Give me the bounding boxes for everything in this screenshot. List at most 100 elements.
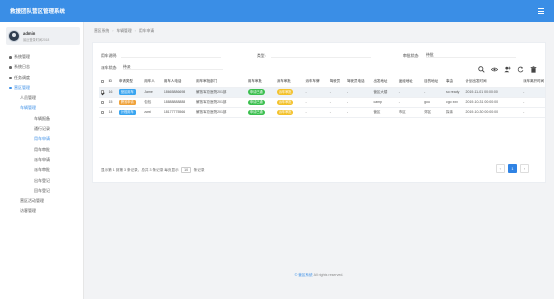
sidebar-item-label: 系统日志 [14, 64, 30, 70]
table-cell: camp [371, 97, 398, 108]
column-header[interactable]: 目的地址 [422, 76, 445, 88]
applicant-input[interactable] [121, 53, 221, 58]
sidebar-item[interactable]: 车辆报备 [0, 114, 84, 124]
table-row[interactable]: 14 计程用车 zwxi 18177775566 解放军总医院201部 申请已通 派车审批 -… [99, 107, 545, 119]
table-cell: - [304, 97, 329, 108]
column-header[interactable]: 出发地址 [371, 76, 398, 88]
column-header[interactable]: 派车离开时间 [521, 76, 545, 88]
breadcrumb-item[interactable]: 营区系统 [94, 29, 109, 33]
sidebar-item[interactable]: 出车登记 [0, 176, 84, 186]
column-header[interactable]: 驾驶员 [328, 76, 346, 88]
table-cell: - [521, 97, 545, 108]
dispatch-status-select[interactable]: 待派 [123, 65, 223, 70]
column-header[interactable]: 申请类型 [117, 76, 143, 88]
cell-value: - [305, 100, 307, 105]
table-cell: gou [422, 97, 445, 108]
table-cell: 14 [107, 107, 118, 119]
table-cell: so ready [444, 87, 465, 98]
sidebar-item[interactable]: 用车申请 [0, 134, 84, 144]
sidebar-item[interactable]: 访客管理 [0, 206, 84, 216]
sidebar-item[interactable]: 车辆管理 [0, 103, 84, 113]
sidebar-item[interactable]: 回车登记 [0, 186, 84, 196]
sidebar-item[interactable]: 系统管理 [0, 52, 84, 62]
table-cell: 营区 [371, 107, 398, 119]
user-name: admin [23, 31, 36, 36]
sidebar-item[interactable]: 系统日志 [0, 62, 84, 72]
column-header[interactable]: 派车审批 [275, 76, 304, 88]
top-bar: 救援团队营区管理系统 [0, 0, 554, 22]
sidebar-item[interactable]: 营区管理 [0, 83, 84, 93]
breadcrumb-item[interactable]: 车辆管理 [116, 29, 131, 33]
column-header[interactable]: 用车人电话 [162, 76, 195, 88]
eye-icon[interactable] [490, 66, 498, 73]
table-row[interactable]: 15 跨省申请 包包 18888888888 解放军总医院201部 申请已通 派车审批 - - -… [99, 97, 545, 108]
column-header[interactable]: ID [107, 76, 118, 88]
pagination-info: 显示第 1 到第 3 条记录，总共 3 条记录 每页显示 10 条记录 [101, 167, 204, 173]
page-size-select[interactable]: 10 [181, 167, 192, 173]
user-panel: admin 最近登录时间2018 [6, 27, 80, 45]
sidebar-item-label: 车辆管理 [20, 105, 36, 111]
table-cell[interactable] [99, 107, 108, 119]
menu-icon [9, 56, 12, 59]
table-cell[interactable] [99, 97, 108, 108]
add-user-icon[interactable] [504, 66, 511, 73]
table-cell: 派车审批 [275, 97, 304, 108]
menu-icon [9, 66, 12, 69]
sidebar-item[interactable]: 营区活动管理 [0, 196, 84, 206]
column-header[interactable]: 事由 [444, 76, 465, 88]
table-row[interactable]: 16 营区用车 Jame 18665886698 解放军总医院201部 申请已通 派车审批 -… [99, 87, 545, 98]
sidebar-item[interactable]: 用车审批 [0, 145, 84, 155]
pagination: ‹ 1 › [494, 164, 529, 173]
table-cell: 探亲 [444, 107, 465, 119]
cell-value: - [329, 90, 331, 95]
sidebar-item[interactable]: 派车审批 [0, 165, 84, 175]
search-icon[interactable] [477, 66, 485, 73]
table-cell[interactable] [99, 87, 108, 98]
sidebar-item[interactable]: 通行记录 [0, 124, 84, 134]
type-select[interactable] [271, 53, 371, 58]
table-cell: - [304, 107, 329, 119]
sidebar-item[interactable]: 人员管理 [0, 93, 84, 103]
trash-icon[interactable] [530, 66, 537, 73]
column-header[interactable]: 用车审批部门 [194, 76, 247, 88]
select-all-cell[interactable] [99, 76, 108, 88]
table-toolbar [473, 66, 538, 73]
cell-value: 14 [108, 110, 113, 115]
column-header[interactable]: 途经地址 [397, 76, 423, 88]
sidebar-item-label: 车辆报备 [34, 115, 50, 121]
column-header[interactable]: 用车人 [142, 76, 163, 88]
sidebar-item-label: 用车申请 [34, 136, 50, 142]
table-cell: - [397, 87, 423, 98]
column-header[interactable]: 计划出发时间 [464, 76, 522, 88]
prev-page-button[interactable]: ‹ [495, 164, 505, 173]
sidebar-item[interactable]: 任务调度 [0, 73, 84, 83]
sidebar-item[interactable]: 派车申请 [0, 155, 84, 165]
next-page-button[interactable]: › [520, 164, 529, 173]
cell-value: Jame [144, 90, 153, 95]
row-checkbox[interactable] [100, 90, 104, 94]
page-button-current[interactable]: 1 [507, 164, 517, 173]
sidebar-item-label: 出车登记 [34, 177, 50, 183]
table-cell: 18665886698 [162, 87, 195, 98]
table-cell: - [422, 87, 445, 98]
table-header-row: ID 申请类型 用车人 用车人电话 用车审批部门 用车审批 派车审批 派车车牌 … [99, 76, 545, 88]
column-header[interactable]: 驾驶员电话 [345, 76, 372, 88]
cell-value: 18888888888 [163, 100, 186, 105]
row-checkbox[interactable] [100, 100, 104, 105]
refresh-icon[interactable] [517, 66, 524, 73]
sidebar-nav: 系统管理系统日志任务调度 营区管理人员管理车辆管理车辆报备通行记录用车申请用车审批… [0, 52, 84, 217]
avatar [8, 30, 20, 42]
column-header[interactable]: 派车车牌 [304, 76, 329, 88]
menu-toggle-icon[interactable] [538, 7, 546, 15]
select-all-checkbox[interactable] [100, 79, 104, 84]
cell-value: - [346, 90, 349, 95]
sidebar-item-label: 营区管理 [14, 84, 30, 90]
column-header[interactable]: 用车审批 [246, 76, 276, 88]
cell-value: 营区大楼 [373, 89, 388, 94]
menu-icon [9, 86, 12, 90]
approval-status-badge: 申请已通 [247, 99, 265, 105]
breadcrumb: 营区系统 › 车辆管理 › 用车申请 [94, 29, 155, 33]
footer-brand[interactable]: © 营区系统 [295, 273, 313, 277]
row-checkbox[interactable] [100, 110, 104, 115]
approval-status-select[interactable]: 待批 [426, 53, 516, 58]
